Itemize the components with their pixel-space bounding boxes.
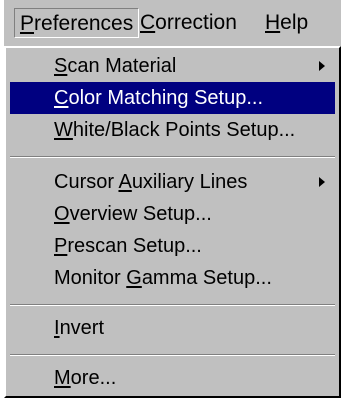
menu-item-label-pre: Cursor [54, 171, 119, 193]
menu-correction-label: orrection [155, 11, 237, 34]
menu-item-overview-setup[interactable]: Overview Setup... [10, 198, 335, 230]
menu-item-white-black-points-setup[interactable]: White/Black Points Setup... [10, 114, 335, 146]
submenu-arrow-icon [319, 61, 325, 71]
menu-separator [10, 156, 335, 158]
menu-item-label: olor Matching Setup... [68, 87, 264, 109]
menu-item-label: verview Setup... [69, 203, 212, 225]
menu-help-accesskey: H [265, 11, 281, 34]
menu-help-label: elp [280, 11, 309, 34]
menu-separator [10, 304, 335, 306]
menu-help[interactable]: Help [260, 8, 313, 38]
menu-item-scan-material[interactable]: Scan Material [10, 50, 335, 82]
preferences-dropdown: Scan Material Color Matching Setup... Wh… [4, 46, 341, 398]
menu-separator [10, 354, 335, 356]
menu-preferences[interactable]: Preferences [14, 8, 140, 38]
menu-item-label: hite/Black Points Setup... [72, 119, 296, 141]
menu-item-label-pre: Monitor [54, 267, 127, 289]
menu-item-accesskey: P [54, 235, 68, 257]
menu-item-accesskey: S [54, 55, 68, 77]
menu-item-accesskey: C [54, 87, 69, 109]
menu-item-accesskey: A [118, 171, 132, 193]
menu-preferences-label: references [34, 12, 134, 35]
menu-correction[interactable]: Correction [135, 8, 242, 38]
menu-preferences-accesskey: P [20, 12, 35, 35]
menu-item-accesskey: O [54, 203, 70, 225]
menu-item-label: rescan Setup... [67, 235, 202, 257]
menu-item-label: amma Setup... [141, 267, 272, 289]
menu-item-accesskey: M [54, 367, 71, 389]
menu-item-accesskey: G [126, 267, 142, 289]
menu-item-accesskey: W [54, 119, 73, 141]
menu-item-label: uxiliary Lines [131, 171, 248, 193]
menu-bar: Preferences Correction Help [4, 0, 341, 46]
menu-correction-accesskey: C [140, 11, 156, 34]
menu-item-color-matching-setup[interactable]: Color Matching Setup... [10, 82, 335, 114]
menu-item-label: ore... [70, 367, 117, 389]
submenu-arrow-icon [319, 177, 325, 187]
menu-item-label: nvert [59, 317, 105, 339]
menu-item-more[interactable]: More... [10, 362, 335, 394]
menu-item-cursor-auxiliary-lines[interactable]: Cursor Auxiliary Lines [10, 166, 335, 198]
menu-item-invert[interactable]: Invert [10, 312, 335, 344]
menu-item-prescan-setup[interactable]: Prescan Setup... [10, 230, 335, 262]
menu-item-label: can Material [67, 55, 177, 77]
menu-item-monitor-gamma-setup[interactable]: Monitor Gamma Setup... [10, 262, 335, 294]
